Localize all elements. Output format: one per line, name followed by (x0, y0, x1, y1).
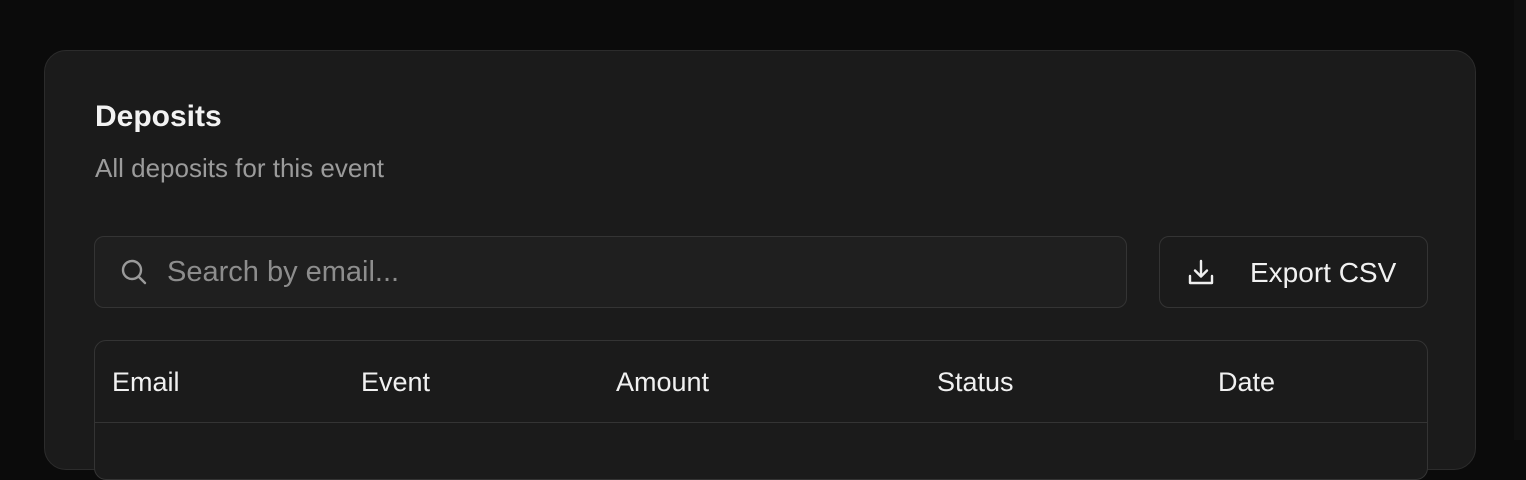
export-csv-button[interactable]: Export CSV (1159, 236, 1428, 308)
column-header-status[interactable]: Status (937, 365, 1014, 399)
search-input[interactable] (167, 237, 1107, 307)
deposits-card: Deposits All deposits for this event Exp… (44, 50, 1476, 480)
card-title: Deposits (95, 100, 222, 133)
card-subtitle: All deposits for this event (95, 153, 385, 183)
search-icon (121, 259, 147, 285)
download-icon (1188, 259, 1214, 285)
column-header-date[interactable]: Date (1218, 365, 1275, 399)
search-field[interactable] (94, 236, 1127, 308)
table-header-row: Email Event Amount Status Date (95, 341, 1427, 423)
export-csv-label: Export CSV (1250, 257, 1397, 288)
deposits-table: Email Event Amount Status Date (94, 340, 1428, 480)
column-header-amount[interactable]: Amount (616, 365, 709, 399)
page-scrollbar[interactable] (1514, 0, 1526, 440)
column-header-email[interactable]: Email (112, 365, 180, 399)
column-header-event[interactable]: Event (361, 365, 430, 399)
